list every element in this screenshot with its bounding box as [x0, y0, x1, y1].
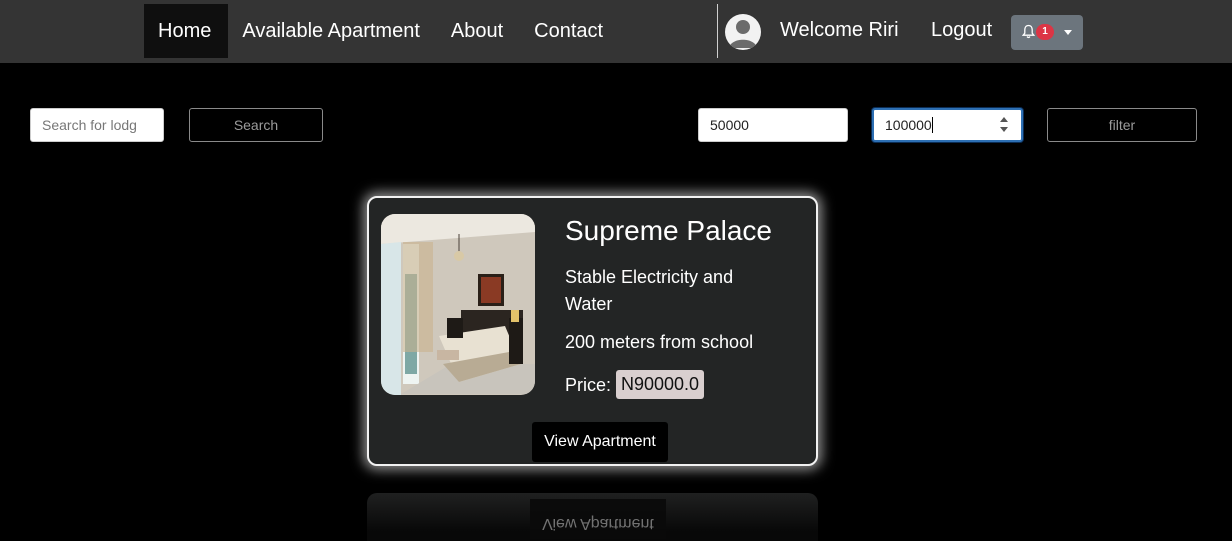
logout-link[interactable]: Logout	[931, 19, 992, 42]
notification-count-badge: 1	[1036, 24, 1054, 40]
number-spinner-icon[interactable]	[1000, 117, 1008, 133]
apartment-feature: Stable Electricity and Water	[565, 267, 734, 314]
nav-divider	[717, 4, 718, 58]
notification-dropdown-button[interactable]: 1	[1011, 15, 1083, 50]
apartment-card: Supreme Palace Stable Electricity and Wa…	[367, 196, 818, 466]
max-price-input[interactable]: 100000	[872, 108, 1023, 142]
nav-contact[interactable]: Contact	[520, 4, 620, 58]
reflected-view-button: View Apartment	[530, 499, 666, 539]
apartment-title: Supreme Palace	[565, 215, 773, 246]
search-button[interactable]: Search	[189, 108, 323, 142]
nav-home[interactable]: Home	[144, 4, 229, 58]
nav-about[interactable]: About	[437, 4, 520, 58]
card-reflection: View Apartment	[367, 493, 818, 541]
filter-button[interactable]: filter	[1047, 108, 1197, 142]
reflected-view-label: View Apartment	[542, 515, 654, 532]
min-price-input[interactable]: 50000	[698, 108, 848, 142]
view-apartment-button[interactable]: View Apartment	[532, 422, 668, 462]
welcome-text: Welcome Riri	[780, 19, 899, 41]
nav-links: Home Available Apartment About Contact	[144, 4, 620, 58]
nav-available-apartment[interactable]: Available Apartment	[228, 4, 437, 58]
user-avatar-icon[interactable]	[725, 14, 761, 50]
navbar: Home Available Apartment About Contact W…	[0, 0, 1232, 63]
max-price-value: 100000	[885, 117, 932, 133]
bell-icon	[1022, 24, 1035, 39]
search-input[interactable]: Search for lodg	[30, 108, 164, 142]
price-value: N90000.0	[616, 370, 705, 399]
price-label: Price:	[565, 375, 612, 395]
bedroom-photo	[381, 214, 535, 395]
caret-down-icon	[1064, 30, 1072, 35]
apartment-distance: 200 meters from school	[565, 332, 754, 352]
